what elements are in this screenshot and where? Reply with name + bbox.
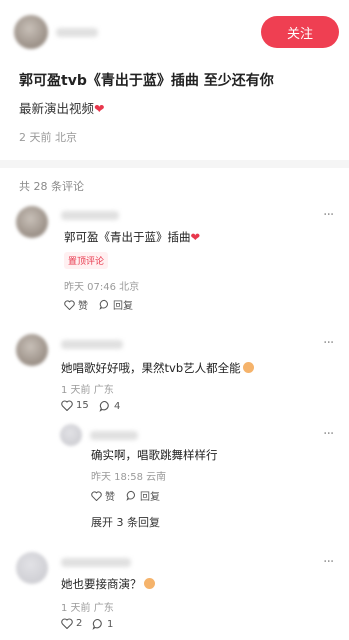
comment-bubble-icon xyxy=(126,490,135,501)
reply-author-name[interactable] xyxy=(90,431,138,440)
comment-text-body: 郭可盈《青出于蓝》插曲 xyxy=(64,230,191,244)
like-count: 2 xyxy=(76,618,83,629)
reply-button[interactable]: 回复 xyxy=(99,297,133,312)
comment-text-body: 她也要接商演？ xyxy=(61,577,142,591)
comment-bubble-icon xyxy=(92,618,102,630)
face-emoji-icon xyxy=(242,362,254,373)
pinned-badge: 置顶评论 xyxy=(64,252,109,269)
like-button[interactable]: 2 xyxy=(61,618,82,629)
reply-avatar[interactable] xyxy=(60,424,82,446)
heart-icon xyxy=(61,618,73,629)
red-heart-icon: ❤ xyxy=(190,230,201,244)
heart-icon xyxy=(61,400,73,411)
comment-bubble-icon xyxy=(99,400,109,412)
more-dots-icon[interactable]: ··· xyxy=(323,335,334,351)
reply-label: 回复 xyxy=(140,492,160,503)
comment-avatar[interactable] xyxy=(16,552,48,584)
like-button[interactable]: 赞 xyxy=(91,488,115,503)
reply-label: 回复 xyxy=(113,301,133,312)
like-button[interactable]: 15 xyxy=(61,400,89,411)
expand-replies-link[interactable]: 展开 3 条回复 xyxy=(91,514,160,530)
heart-icon xyxy=(64,299,75,310)
comment-avatar[interactable] xyxy=(16,206,48,238)
more-dots-icon[interactable]: ··· xyxy=(323,426,334,442)
comment-meta: 昨天 07:46 北京 xyxy=(64,282,140,293)
like-label: 赞 xyxy=(105,492,115,503)
like-label: 赞 xyxy=(78,301,88,312)
reply-count: 1 xyxy=(107,618,114,630)
post-description: 最新演出视频❤ xyxy=(19,98,105,117)
author-avatar[interactable] xyxy=(14,15,48,49)
comment-author-name[interactable] xyxy=(61,340,123,349)
reply-count: 4 xyxy=(114,400,121,412)
heart-icon xyxy=(91,490,102,501)
post-title: 郭可盈tvb《青出于蓝》插曲 至少还有你 xyxy=(19,73,274,89)
author-name[interactable] xyxy=(56,28,98,37)
section-divider xyxy=(0,160,349,168)
more-dots-icon[interactable]: ··· xyxy=(323,207,334,223)
post-description-text: 最新演出视频 xyxy=(19,101,95,116)
comment-text: 她唱歌好好哦，果然tvb艺人都全能 xyxy=(61,360,254,376)
reply-meta: 昨天 18:58 云南 xyxy=(91,472,167,483)
face-emoji-icon xyxy=(143,578,155,589)
follow-button[interactable]: 关注 xyxy=(261,16,339,48)
comment-meta: 1 天前 广东 xyxy=(61,385,114,396)
comment-author-name[interactable] xyxy=(61,558,131,567)
comment-text-body: 她唱歌好好哦，果然tvb艺人都全能 xyxy=(61,361,241,375)
post-meta: 2 天前 北京 xyxy=(19,131,77,144)
comment-text: 她也要接商演？ xyxy=(61,576,155,592)
like-count: 15 xyxy=(76,400,89,411)
reply-button[interactable]: 4 xyxy=(99,400,120,412)
reply-button[interactable]: 1 xyxy=(92,618,113,630)
more-dots-icon[interactable]: ··· xyxy=(323,554,334,570)
comment-count: 共 28 条评论 xyxy=(19,180,84,193)
comment-author-name[interactable] xyxy=(61,211,119,220)
reply-text: 确实啊，唱歌跳舞样样行 xyxy=(91,448,218,462)
comment-bubble-icon xyxy=(99,299,108,310)
comment-text: 郭可盈《青出于蓝》插曲❤ xyxy=(64,229,200,245)
like-button[interactable]: 赞 xyxy=(64,297,88,312)
red-heart-icon: ❤ xyxy=(94,101,105,116)
comment-avatar[interactable] xyxy=(16,334,48,366)
comment-meta: 1 天前 广东 xyxy=(61,603,114,614)
reply-button[interactable]: 回复 xyxy=(126,488,160,503)
